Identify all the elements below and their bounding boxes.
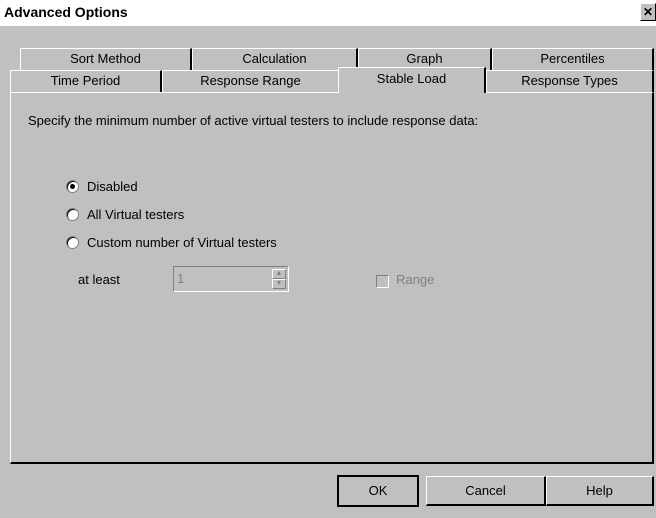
range-checkbox[interactable] (376, 275, 389, 288)
option-all-virtual-testers[interactable]: All Virtual testers (66, 207, 184, 222)
at-least-label: at least (78, 272, 120, 287)
spin-up-icon[interactable]: ▲ (272, 269, 286, 279)
cancel-button[interactable]: Cancel (426, 476, 546, 506)
description-text: Specify the minimum number of active vir… (28, 113, 479, 128)
option-custom-number-label: Custom number of Virtual testers (87, 235, 277, 250)
spin-down-icon[interactable]: ▼ (272, 279, 286, 289)
window-title: Advanced Options (4, 4, 128, 20)
ok-button[interactable]: OK (337, 475, 419, 507)
tab-calculation[interactable]: Calculation (192, 48, 358, 70)
tab-time-period[interactable]: Time Period (10, 70, 162, 92)
tab-sort-method[interactable]: Sort Method (20, 48, 192, 70)
option-custom-number[interactable]: Custom number of Virtual testers (66, 235, 277, 250)
radio-custom-number[interactable] (66, 236, 79, 249)
close-icon[interactable]: ✕ (640, 3, 656, 21)
radio-disabled[interactable] (66, 180, 79, 193)
radio-all-virtual-testers[interactable] (66, 208, 79, 221)
tab-response-range[interactable]: Response Range (162, 70, 340, 92)
tab-percentiles[interactable]: Percentiles (492, 48, 654, 70)
title-bar: Advanced Options ✕ (0, 0, 656, 26)
advanced-options-dialog: Advanced Options ✕ Sort Method Calculati… (0, 0, 656, 518)
at-least-value: 1 (177, 271, 185, 286)
help-button[interactable]: Help (546, 476, 654, 506)
at-least-spinner[interactable]: 1 ▲ ▼ (173, 266, 289, 292)
range-label: Range (396, 272, 435, 287)
tab-stable-load[interactable]: Stable Load (338, 67, 486, 93)
option-disabled-label: Disabled (87, 179, 138, 194)
option-all-virtual-testers-label: All Virtual testers (87, 207, 185, 222)
tab-response-types[interactable]: Response Types (486, 70, 654, 92)
option-disabled[interactable]: Disabled (66, 179, 138, 194)
